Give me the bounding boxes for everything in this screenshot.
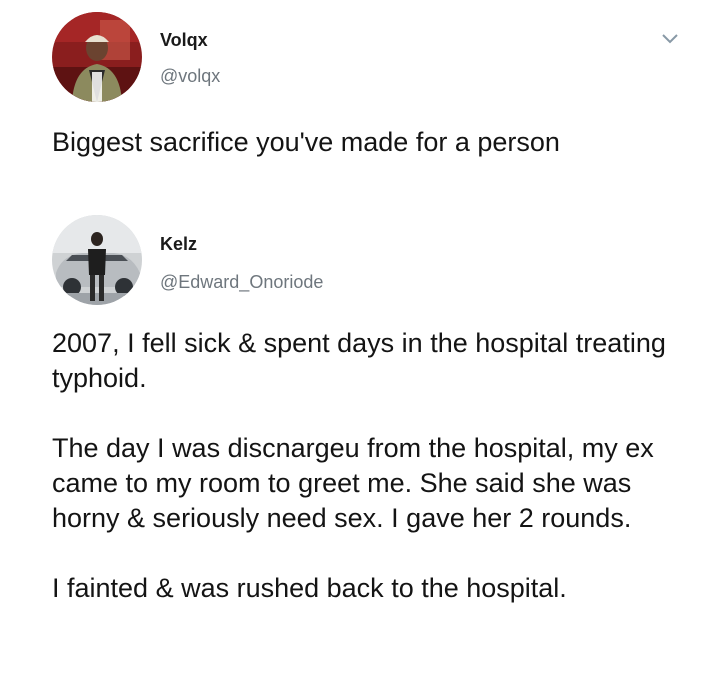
tweet-paragraph: The day I was discnargeu from the hospit… [52,433,662,533]
author-name[interactable]: Kelz [160,234,197,255]
avatar-image [52,215,142,305]
chevron-down-icon[interactable] [660,32,680,46]
author-name[interactable]: Volqx [160,30,208,51]
author-handle[interactable]: @volqx [160,66,220,87]
avatar-image [52,12,142,102]
tweet-paragraph: 2007, I fell sick & spent days in the ho… [52,328,674,393]
parent-tweet: Volqx @volqx Biggest sacrifice you've ma… [0,0,720,200]
tweet-text: Biggest sacrifice you've made for a pers… [52,127,560,157]
avatar[interactable] [52,12,142,102]
tweet-text: 2007, I fell sick & spent days in the ho… [52,326,700,606]
author-handle[interactable]: @Edward_Onoriode [160,272,323,293]
tweet-paragraph: I fainted & was rushed back to the hospi… [52,573,567,603]
reply-tweet: Kelz @Edward_Onoriode 2007, I fell sick … [0,200,720,684]
avatar[interactable] [52,215,142,305]
